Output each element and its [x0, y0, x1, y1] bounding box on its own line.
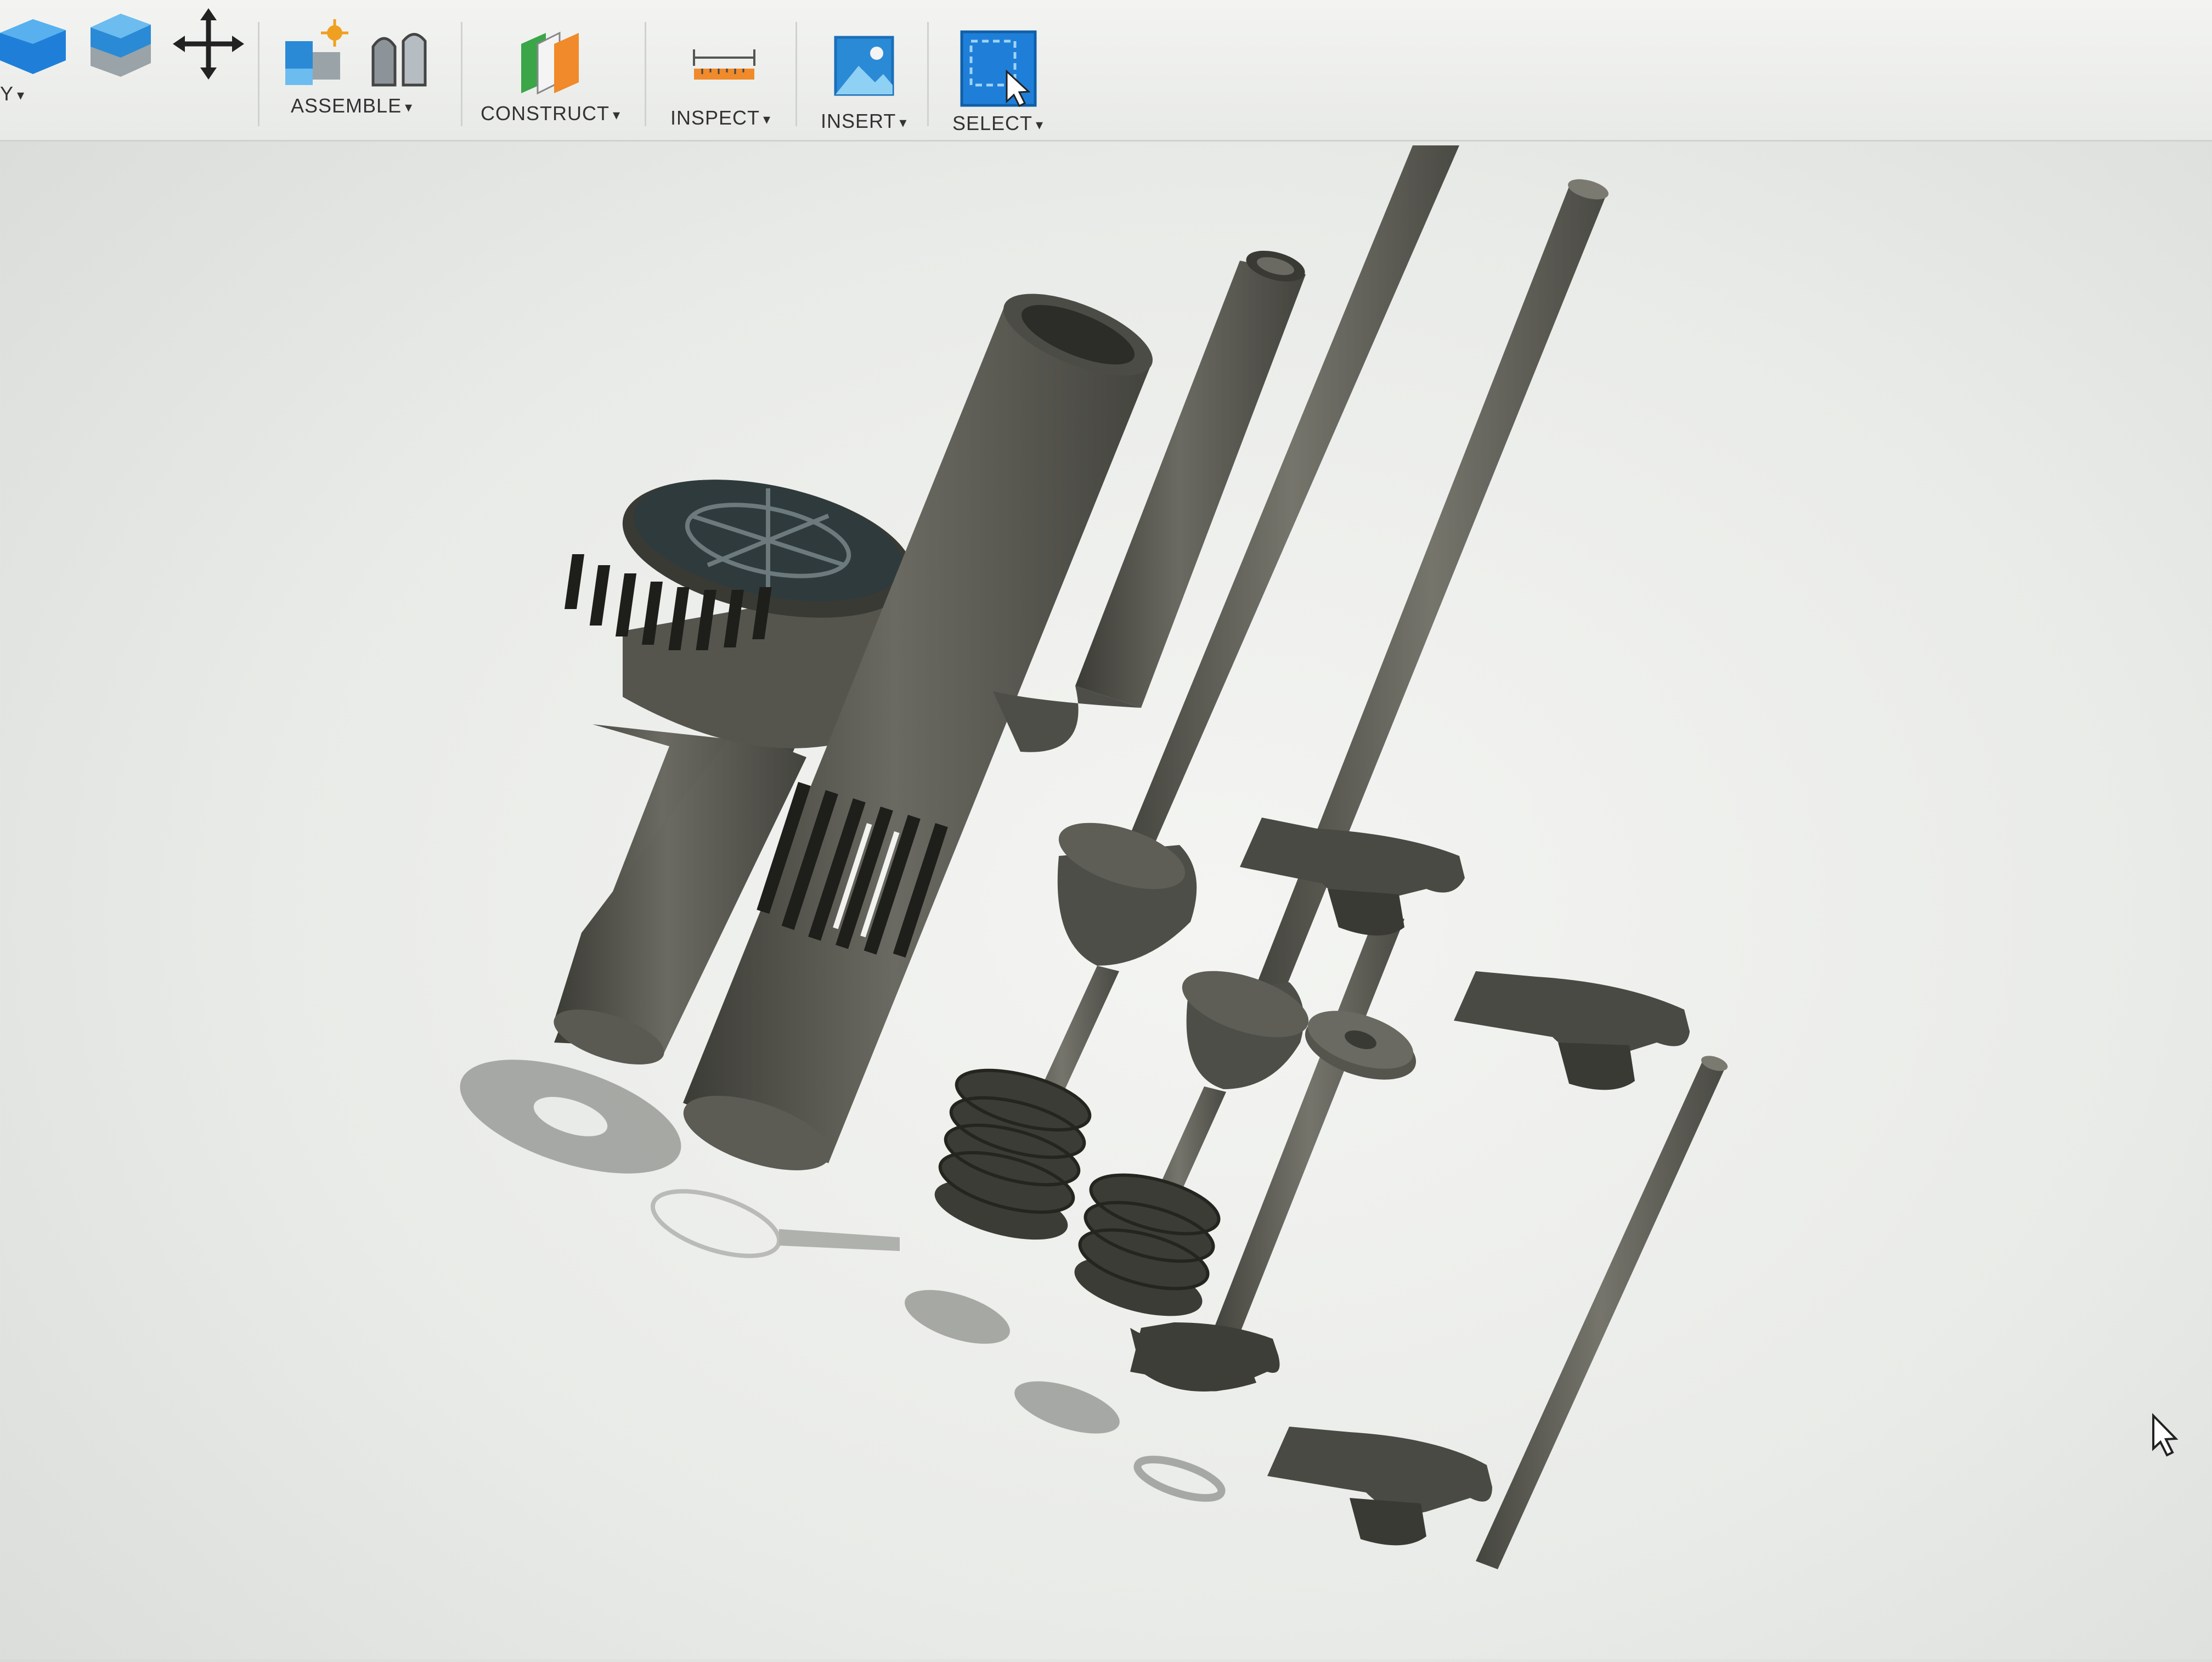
clip-part-4[interactable] [1130, 1322, 1280, 1391]
measure-icon [693, 49, 755, 80]
construct-menu[interactable]: CONSTRUCT ▾ [477, 0, 642, 140]
offset-plane-icon [521, 31, 579, 95]
extrude-icon [91, 14, 151, 77]
move-tool[interactable] [170, 0, 247, 140]
insert-label[interactable]: INSERT ▾ [821, 110, 907, 133]
inspect-label[interactable]: INSPECT ▾ [670, 106, 771, 129]
thin-rod-part[interactable] [1476, 1053, 1729, 1569]
chevron-down-icon: ▾ [612, 106, 621, 123]
joint-icon [371, 33, 427, 87]
insert-image-icon [834, 36, 894, 96]
new-component-icon [285, 19, 348, 85]
chevron-down-icon: ▾ [1036, 116, 1044, 133]
inspect-menu[interactable]: INSPECT ▾ [664, 0, 785, 140]
box-tool[interactable]: Y ▾ [0, 0, 82, 140]
model-view[interactable] [0, 142, 2212, 1659]
insert-menu[interactable]: INSERT ▾ [812, 0, 922, 140]
select-menu[interactable]: SELECT ▾ [944, 0, 1064, 140]
chevron-down-icon: ▾ [405, 98, 413, 115]
clip-part-1[interactable] [1240, 818, 1465, 936]
short-rod-part[interactable] [1215, 911, 1424, 1333]
select-label[interactable]: SELECT ▾ [952, 112, 1043, 135]
canvas-viewport[interactable] [0, 142, 2212, 1659]
assemble-label[interactable]: ASSEMBLE ▾ [291, 94, 413, 117]
chevron-down-icon: ▾ [899, 114, 907, 131]
construct-label[interactable]: CONSTRUCT ▾ [481, 102, 620, 125]
move-icon [173, 8, 244, 80]
toolbar: Y ▾ ASSEMBLE ▾ CONSTRUCT ▾ INSPECT ▾ INS… [0, 0, 2212, 142]
mouse-cursor-icon [2152, 1413, 2179, 1457]
chevron-down-icon: ▾ [763, 110, 771, 127]
assemble-menu[interactable]: ASSEMBLE ▾ [280, 0, 455, 140]
box-icon [0, 19, 66, 74]
clip-part-3[interactable] [1267, 1427, 1492, 1546]
extrude-tool[interactable] [88, 0, 159, 140]
select-icon [960, 30, 1037, 107]
partial-dropdown-label[interactable]: Y ▾ [0, 82, 25, 105]
clip-part-2[interactable] [1454, 971, 1690, 1090]
chevron-down-icon: ▾ [17, 86, 25, 103]
